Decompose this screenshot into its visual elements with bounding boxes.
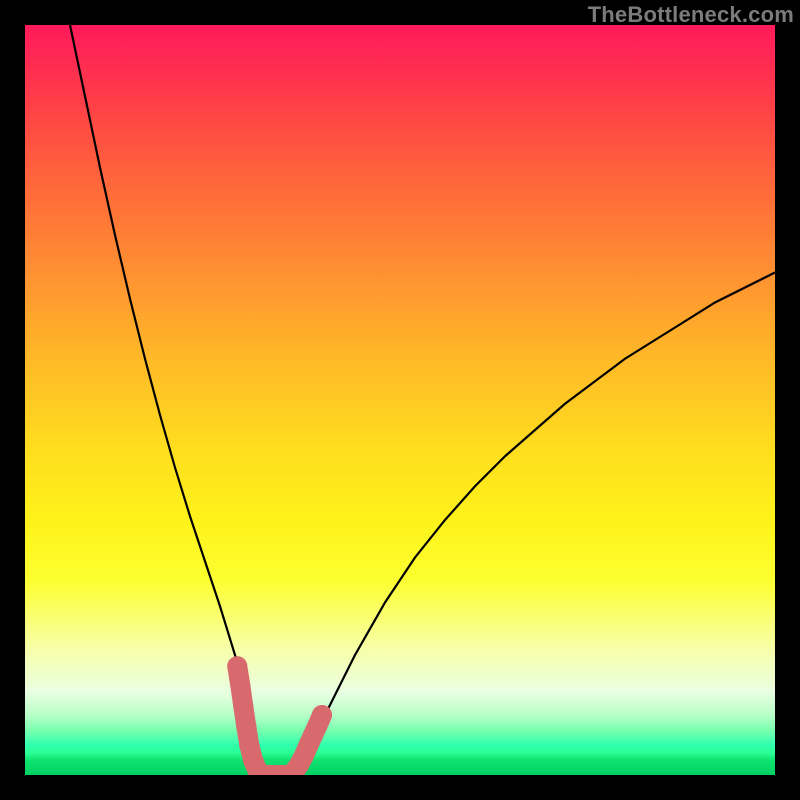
highlight-marker [233, 696, 253, 716]
watermark-text: TheBottleneck.com [588, 2, 794, 28]
highlight-marker [230, 675, 250, 695]
highlight-marker [236, 716, 256, 736]
highlight-markers [227, 656, 332, 775]
highlight-marker [227, 656, 247, 676]
chart-stage: TheBottleneck.com [0, 0, 800, 800]
highlight-marker [312, 705, 332, 725]
plot-area [25, 25, 775, 775]
marker-layer [25, 25, 775, 775]
